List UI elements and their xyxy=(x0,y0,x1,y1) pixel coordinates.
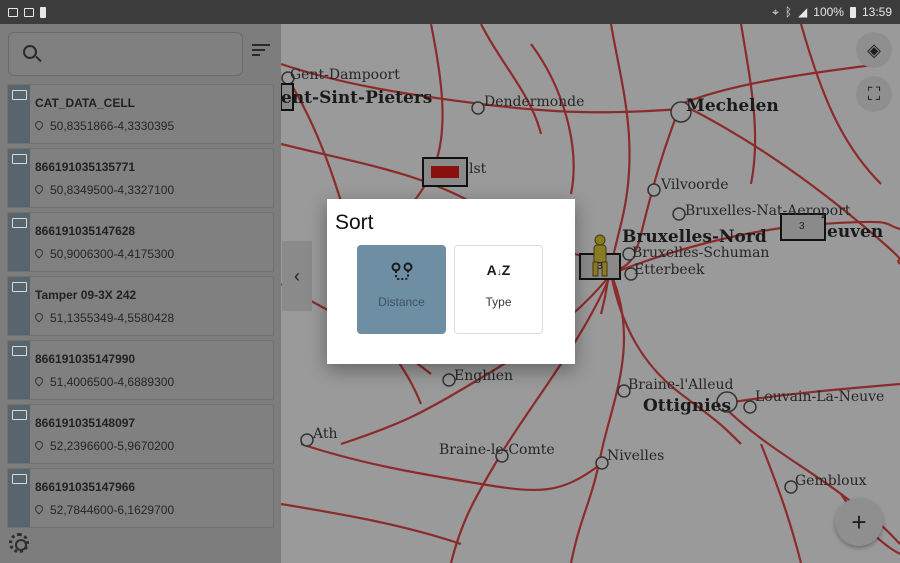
location-pin-icon xyxy=(33,503,45,515)
distance-icon xyxy=(358,262,445,285)
item-title: 866191035135771 xyxy=(35,160,136,174)
plus-icon: + xyxy=(851,507,867,537)
list-item[interactable]: 866191035147990 51,4006500-4,6889300 xyxy=(7,340,274,400)
item-title: 866191035147990 xyxy=(35,352,136,366)
item-coordinates: 52,7844600-6,1629700 xyxy=(50,503,175,517)
city-label: euven xyxy=(827,222,884,242)
location-pin-icon xyxy=(33,119,45,131)
bluetooth-icon: ᛒ xyxy=(784,5,793,19)
item-coordinates: 51,4006500-4,6889300 xyxy=(50,375,175,389)
city-label: lst xyxy=(469,161,487,177)
sort-az-icon: A↓Z xyxy=(486,262,511,278)
storage-notification-icon xyxy=(40,6,46,18)
item-coordinates: 52,2396600-5,9670200 xyxy=(50,439,175,453)
city-label: ent-Sint-Pieters xyxy=(281,88,433,108)
list-item[interactable]: 866191035147966 52,7844600-6,1629700 xyxy=(7,468,274,528)
sort-dialog: Sort Distance A↓Z Type xyxy=(327,199,575,364)
city-label: Mechelen xyxy=(686,96,779,116)
city-label: Louvain-La-Neuve xyxy=(755,389,885,405)
list-item[interactable]: Tamper 09-3X 242 51,1355349-4,5580428 xyxy=(7,276,274,336)
item-coordinates: 51,1355349-4,5580428 xyxy=(50,311,175,325)
city-label: Gent-Dampoort xyxy=(290,67,400,83)
app-screen: ⌖ ᛒ ◢ 100% 13:59 Gent-Dampoort ent-Sint-… xyxy=(0,0,900,563)
city-label: Braine-l'Alleud xyxy=(628,377,734,393)
device-type-icon xyxy=(8,277,30,335)
location-pin-icon xyxy=(33,311,45,323)
item-coordinates: 50,9006300-4,4175300 xyxy=(50,247,175,261)
sort-option-type[interactable]: A↓Z Type xyxy=(454,245,543,334)
status-bar: ⌖ ᛒ ◢ 100% 13:59 xyxy=(0,0,900,24)
device-type-icon xyxy=(8,213,30,271)
city-label: Ath xyxy=(313,426,338,442)
message-notification-icon xyxy=(24,7,34,17)
list-item[interactable]: 866191035147628 50,9006300-4,4175300 xyxy=(7,212,274,272)
item-coordinates: 50,8349500-4,3327100 xyxy=(50,183,175,197)
sort-option-distance[interactable]: Distance xyxy=(357,245,446,334)
list-item[interactable]: 866191035148097 52,2396600-5,9670200 xyxy=(7,404,274,464)
item-title: 866191035147628 xyxy=(35,224,136,238)
gear-icon[interactable] xyxy=(9,533,29,553)
device-type-icon xyxy=(8,469,30,527)
city-label: Nivelles xyxy=(607,448,665,464)
list-item[interactable]: 866191035135771 50,8349500-4,3327100 xyxy=(7,148,274,208)
city-label: Bruxelles-Schuman xyxy=(632,245,770,261)
item-title: Tamper 09-3X 242 xyxy=(35,288,137,302)
location-pin-icon xyxy=(33,183,45,195)
city-label: Enghien xyxy=(454,368,513,384)
city-label: Braine-le-Comte xyxy=(439,442,555,458)
city-label: Bruxelles-Nat-Aeroport xyxy=(685,203,851,219)
map-marker-count[interactable]: 3 xyxy=(597,261,603,272)
battery-percent: 100% xyxy=(813,5,844,19)
chevron-left-icon: ‹ xyxy=(294,266,300,286)
device-list: CAT_DATA_CELL 50,8351866-4,3330395 86619… xyxy=(7,84,274,532)
sort-option-label: Type xyxy=(485,295,512,309)
layers-button[interactable]: ◈ xyxy=(856,32,892,68)
device-type-icon xyxy=(8,149,30,207)
image-notification-icon xyxy=(8,7,18,17)
clock: 13:59 xyxy=(861,5,892,19)
sort-option-label: Distance xyxy=(378,295,425,309)
search-icon xyxy=(23,45,37,59)
fullscreen-icon: ⛶ xyxy=(867,84,881,104)
map-marker-count[interactable]: 3 xyxy=(799,221,805,232)
location-pin-icon xyxy=(33,375,45,387)
battery-icon xyxy=(849,6,856,18)
device-type-icon xyxy=(8,405,30,463)
list-item[interactable]: CAT_DATA_CELL 50,8351866-4,3330395 xyxy=(7,84,274,144)
location-pin-icon xyxy=(33,247,45,259)
city-label: Etterbeek xyxy=(634,262,705,278)
item-coordinates: 50,8351866-4,3330395 xyxy=(50,119,175,133)
fullscreen-button[interactable]: ⛶ xyxy=(856,76,892,112)
city-label: Gembloux xyxy=(795,473,867,489)
dialog-title: Sort xyxy=(335,211,374,234)
city-label: Vilvoorde xyxy=(661,177,729,193)
device-type-icon xyxy=(8,341,30,399)
sort-button[interactable] xyxy=(252,44,272,60)
device-type-icon xyxy=(8,85,30,143)
sort-icon xyxy=(252,44,270,46)
collapse-panel-button[interactable]: ‹ xyxy=(282,241,312,311)
item-title: 866191035148097 xyxy=(35,416,136,430)
add-button[interactable]: + xyxy=(835,498,883,546)
device-list-panel: CAT_DATA_CELL 50,8351866-4,3330395 86619… xyxy=(0,24,281,563)
city-label: Dendermonde xyxy=(484,94,585,110)
city-label: Bruxelles-Nord xyxy=(622,227,767,247)
layers-icon: ◈ xyxy=(867,40,881,60)
item-title: 866191035147966 xyxy=(35,480,136,494)
item-title: CAT_DATA_CELL xyxy=(35,96,135,110)
signal-icon: ◢ xyxy=(798,5,808,19)
city-label: Ottignies xyxy=(643,396,732,416)
location-pin-icon xyxy=(33,439,45,451)
search-bar[interactable] xyxy=(8,32,243,76)
location-icon: ⌖ xyxy=(772,4,779,19)
